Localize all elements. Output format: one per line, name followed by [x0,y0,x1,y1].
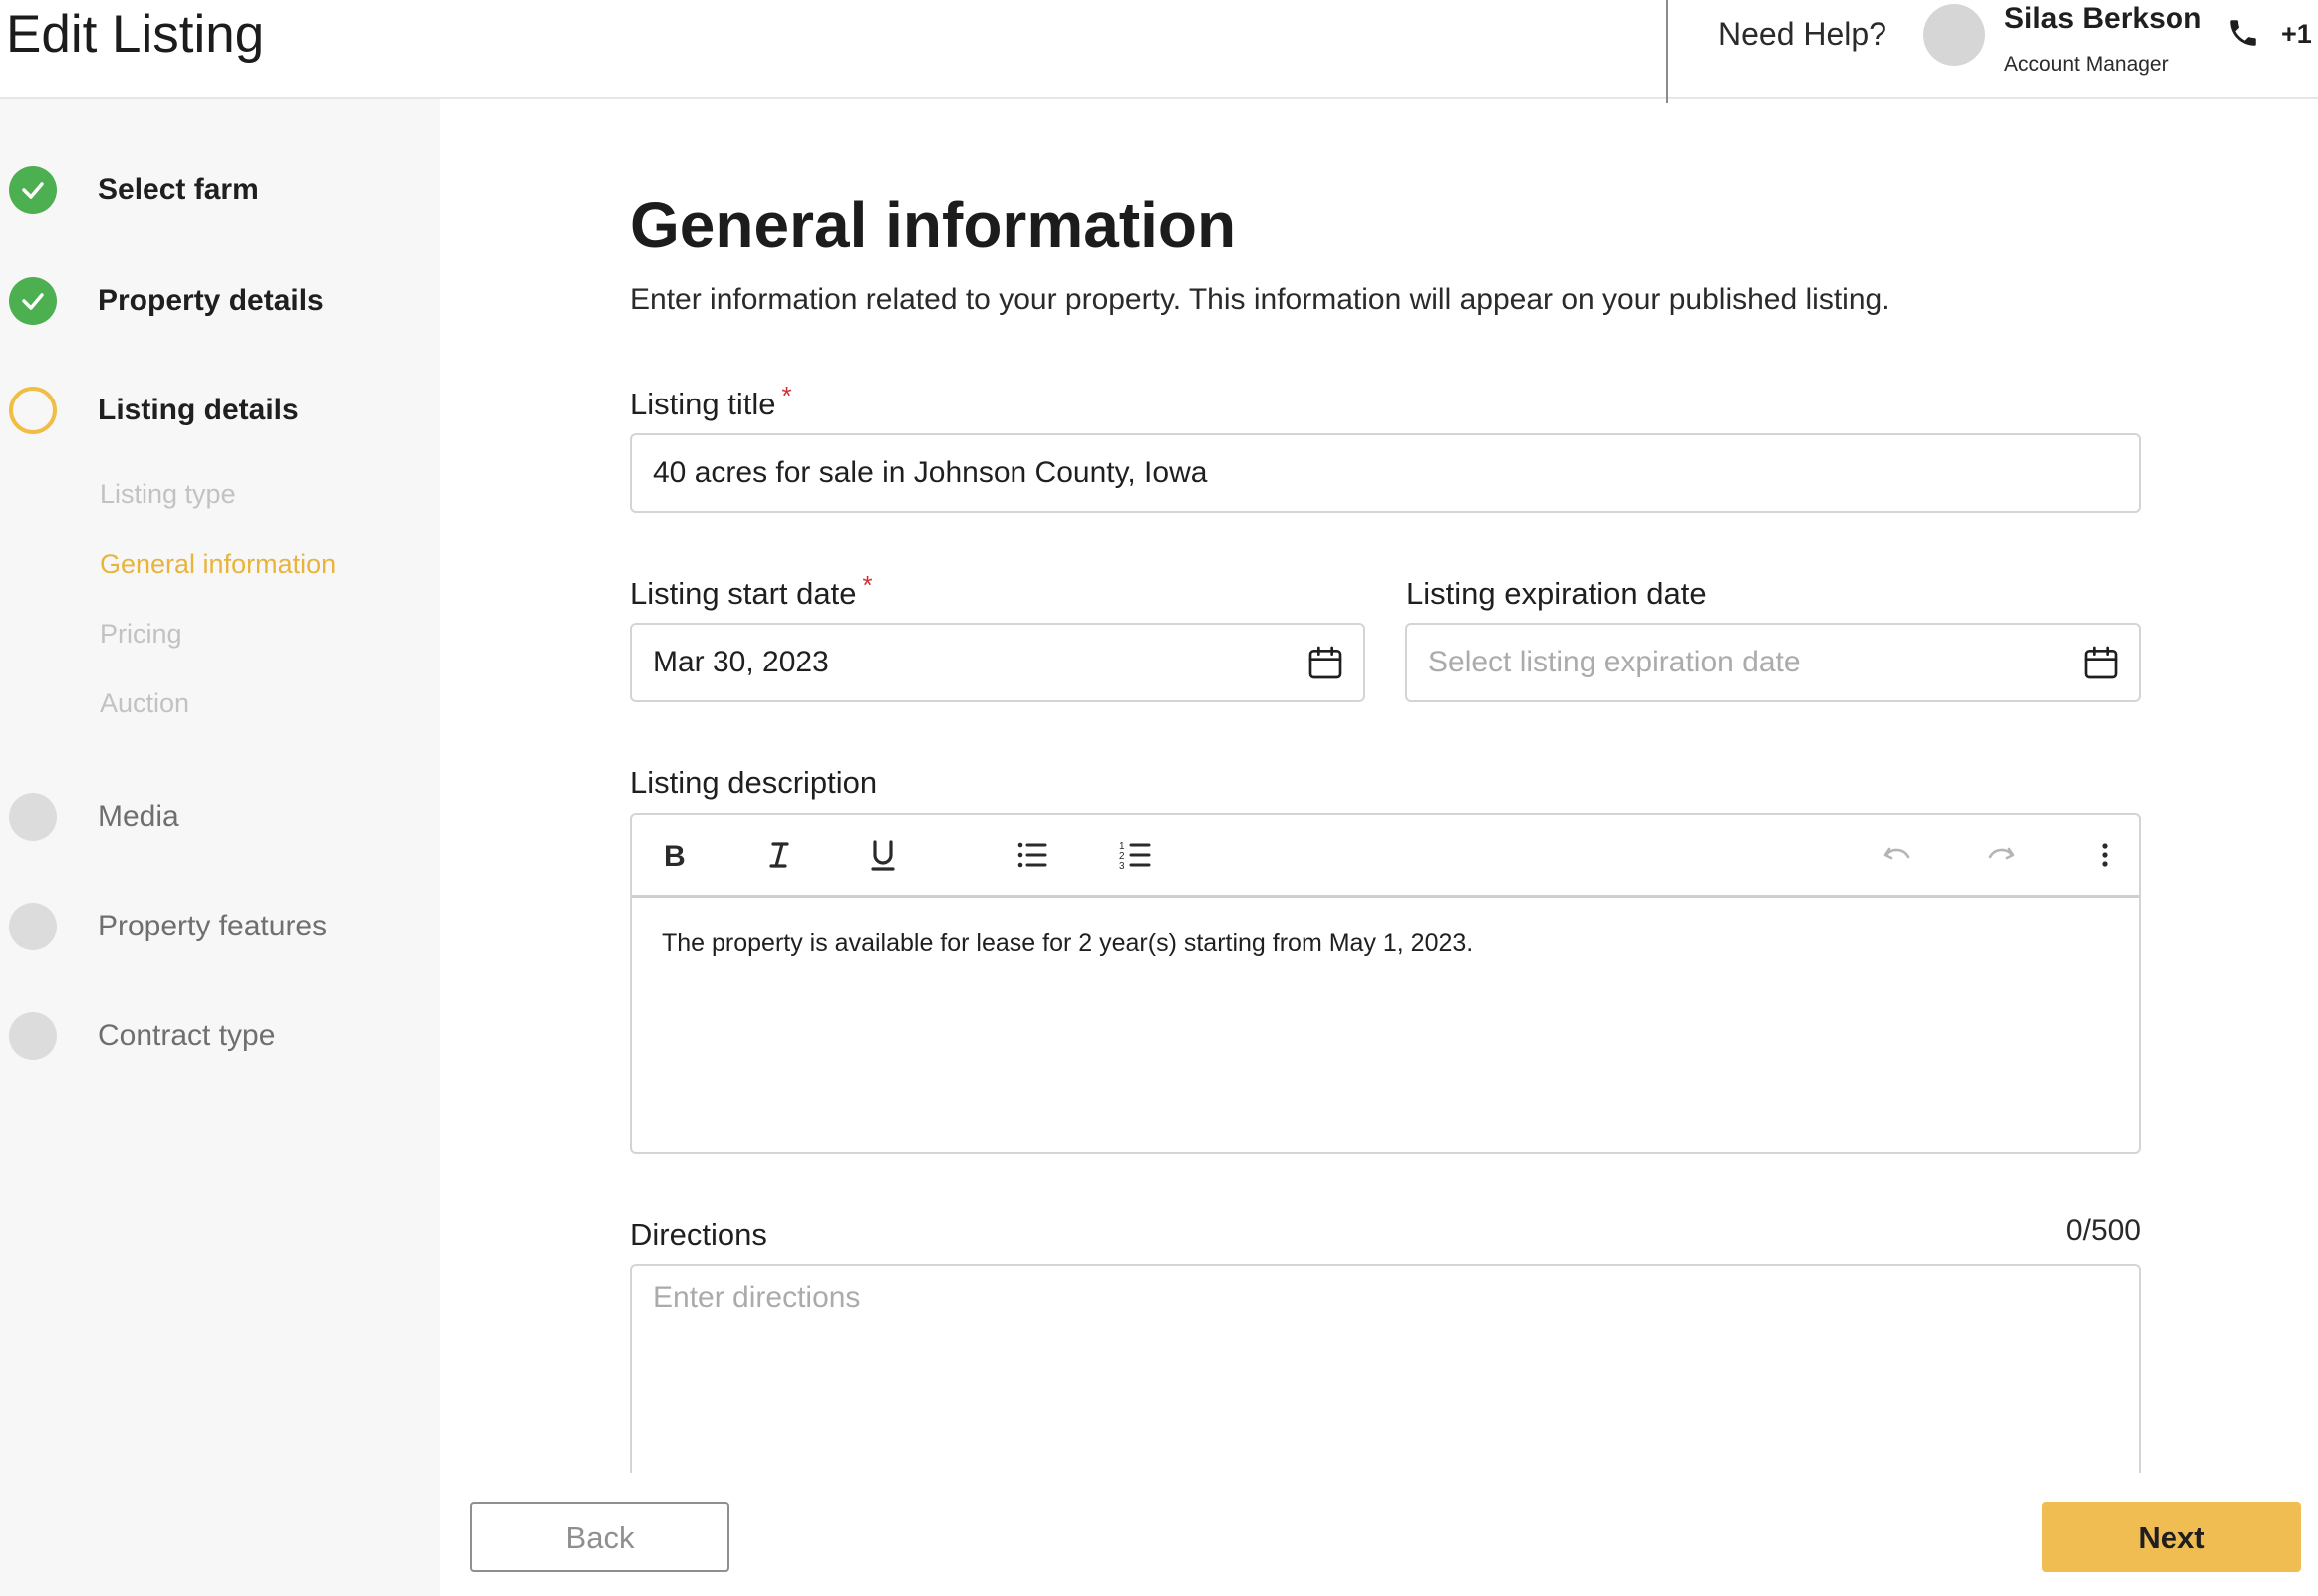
listing-title-label-text: Listing title [630,387,776,421]
step-label: Media [98,800,179,833]
start-date-label-text: Listing start date [630,576,857,611]
current-step-ring-icon [9,387,57,434]
start-date-label: Listing start date * [630,570,873,616]
required-marker: * [781,381,792,410]
redo-icon[interactable] [1979,833,2023,877]
need-help-link[interactable]: Need Help? [1718,14,1886,54]
substep-general-information[interactable]: General information [100,546,336,582]
bulleted-list-icon[interactable] [1011,833,1054,877]
header-divider [1666,0,1668,103]
page-title: General information [630,189,1237,261]
avatar [1923,4,1985,66]
editor-toolbar: B 123 [632,815,2139,898]
step-select-farm[interactable]: Select farm [0,162,440,218]
start-date-value: Mar 30, 2023 [653,646,829,678]
svg-text:3: 3 [1119,861,1125,872]
step-media[interactable]: Media [0,789,440,845]
next-button[interactable]: Next [2042,1502,2301,1572]
step-property-features[interactable]: Property features [0,899,440,954]
substep-listing-type[interactable]: Listing type [100,476,236,512]
account-manager-name: Silas Berkson [2004,2,2202,35]
undo-icon[interactable] [1876,833,1919,877]
page-header-title: Edit Listing [6,5,265,64]
directions-char-counter: 0/500 [2065,1214,2141,1247]
listing-title-label: Listing title * [630,381,792,426]
required-marker: * [862,570,873,600]
phone-icon[interactable] [2226,16,2260,50]
listing-title-value: 40 acres for sale in Johnson County, Iow… [653,456,1208,489]
expiration-date-input[interactable]: Select listing expiration date [1405,623,2141,702]
substep-pricing[interactable]: Pricing [100,616,182,652]
phone-number[interactable]: +1 [2281,16,2312,52]
pending-step-icon [9,1012,57,1060]
listing-title-input[interactable]: 40 acres for sale in Johnson County, Iow… [630,433,2141,513]
back-button[interactable]: Back [470,1502,729,1572]
numbered-list-icon[interactable]: 123 [1114,833,1158,877]
account-manager-role: Account Manager [2004,53,2169,76]
directions-label: Directions [630,1217,767,1252]
check-icon [9,277,57,325]
step-label: Contract type [98,1019,276,1052]
check-icon [9,166,57,214]
pending-step-icon [9,903,57,950]
step-label: Property features [98,910,328,942]
svg-text:B: B [664,840,686,873]
step-listing-details[interactable]: Listing details [0,383,440,438]
bold-icon[interactable]: B [654,833,698,877]
form-footer: Back Next [440,1473,2318,1596]
calendar-icon[interactable] [2081,643,2121,682]
step-label: Select farm [98,173,259,206]
calendar-icon[interactable] [1305,643,1345,682]
main-form: General information Enter information re… [440,99,2318,1523]
start-date-input[interactable]: Mar 30, 2023 [630,623,1365,702]
step-label: Listing details [98,394,299,426]
description-label: Listing description [630,765,878,800]
underline-icon[interactable] [861,833,905,877]
description-text: The property is available for lease for … [662,930,1474,957]
pending-step-icon [9,793,57,841]
directions-placeholder: Enter directions [653,1281,861,1314]
expiration-date-label: Listing expiration date [1406,576,1707,611]
more-options-icon[interactable] [2083,833,2127,877]
expiration-date-placeholder: Select listing expiration date [1428,646,1801,678]
page-subtitle: Enter information related to your proper… [630,283,1890,316]
step-contract-type[interactable]: Contract type [0,1008,440,1064]
italic-icon[interactable] [757,833,801,877]
step-property-details[interactable]: Property details [0,273,440,329]
description-editor[interactable]: B 123 The property is available for leas… [630,813,2141,1154]
top-header: Edit Listing Need Help? Silas Berkson Ac… [0,0,2318,103]
step-label: Property details [98,284,324,317]
progress-sidebar: Select farm Property details Listing det… [0,99,440,1596]
substep-auction[interactable]: Auction [100,685,189,721]
